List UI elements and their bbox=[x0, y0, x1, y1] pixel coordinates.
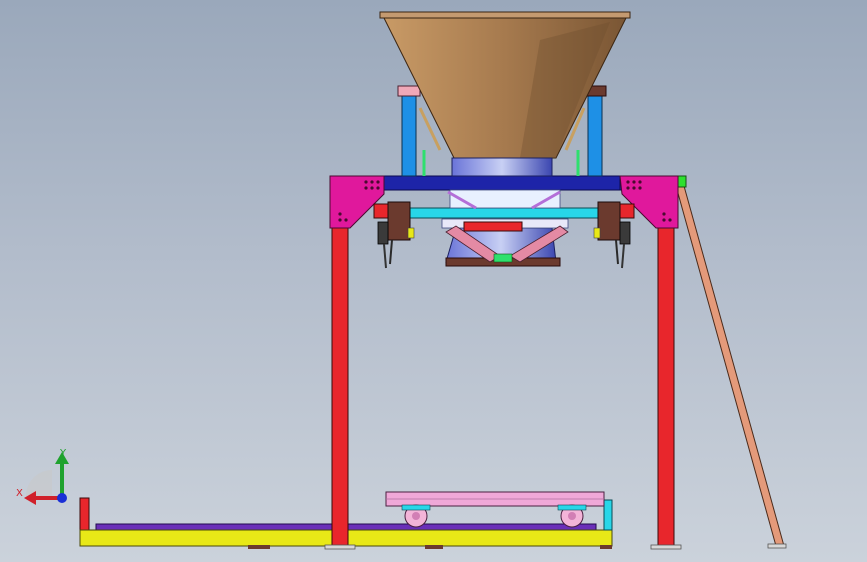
coordinate-triad: Y X bbox=[16, 448, 69, 505]
filling-spout-mechanism[interactable] bbox=[383, 189, 625, 267]
pallet-cart[interactable] bbox=[385, 491, 605, 528]
bagging-machine-model[interactable]: Y X bbox=[0, 0, 867, 562]
frame-leg-right[interactable] bbox=[650, 225, 682, 550]
z-axis-dot bbox=[57, 493, 67, 503]
y-axis-label: Y bbox=[59, 448, 67, 459]
bag-clamp-right[interactable] bbox=[593, 201, 635, 269]
ladder[interactable] bbox=[673, 175, 787, 549]
frame-leg-left[interactable] bbox=[324, 225, 356, 550]
bag-clamp-left[interactable] bbox=[373, 201, 415, 269]
x-axis-label: X bbox=[16, 488, 23, 499]
cad-viewport[interactable]: Y X bbox=[0, 0, 867, 562]
